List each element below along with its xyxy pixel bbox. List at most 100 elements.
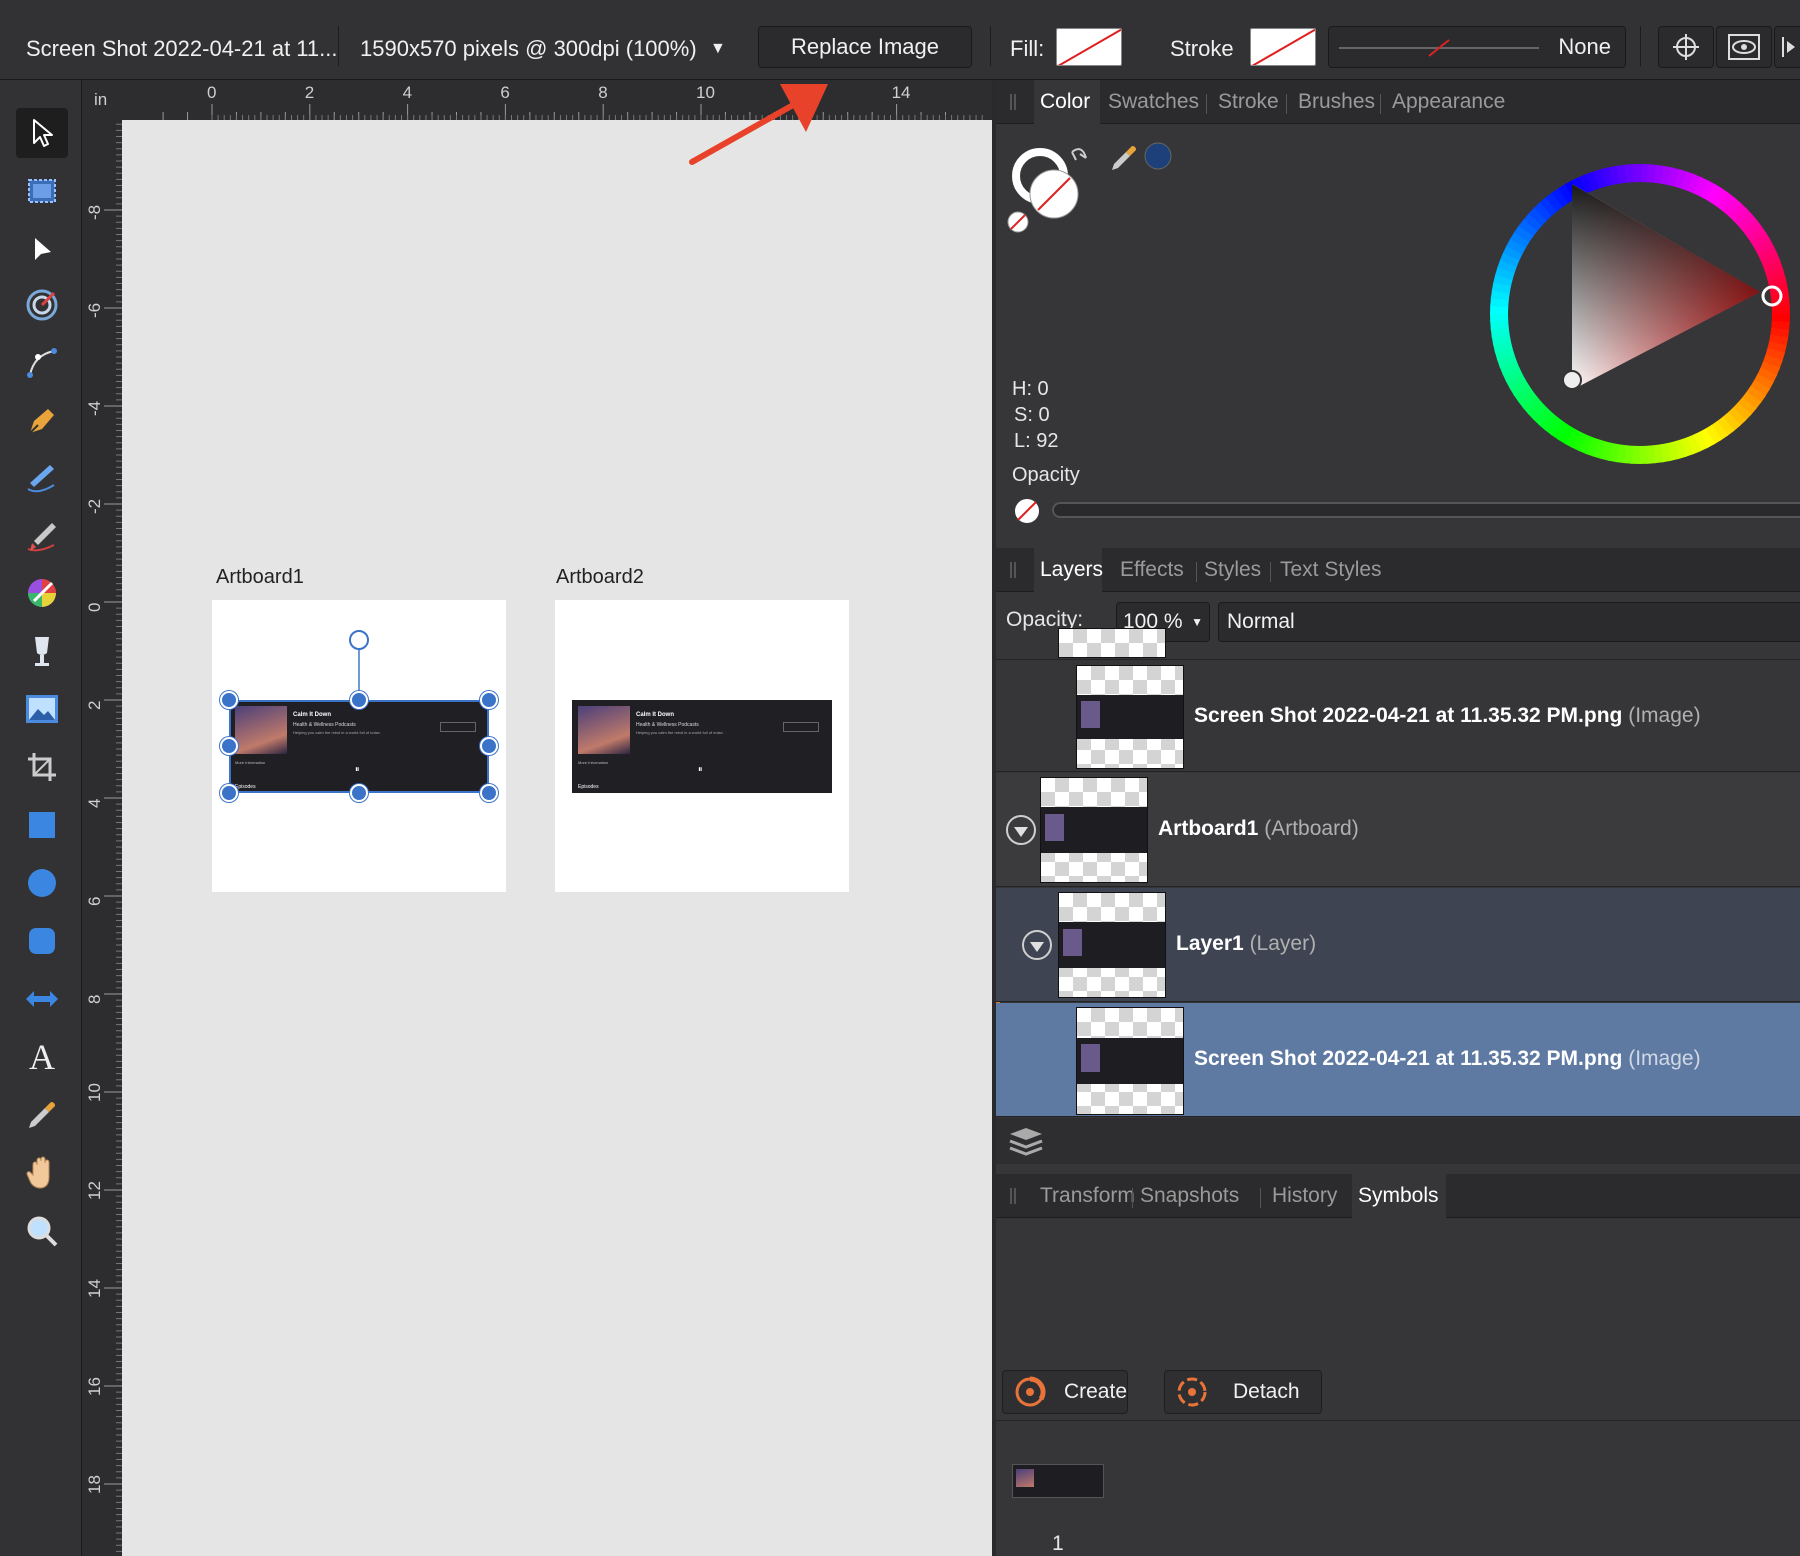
tab-styles[interactable]: Styles [1204, 558, 1261, 582]
tab-color[interactable]: Color [1040, 90, 1090, 114]
resize-handle-bottom[interactable] [350, 784, 368, 802]
ruler-label: 6 [500, 83, 509, 102]
layer-row-partial[interactable] [996, 628, 1800, 660]
saturation-picker[interactable] [1562, 370, 1582, 390]
ruler-label: 10 [85, 1083, 104, 1102]
blend-mode-dropdown[interactable]: Normal [1218, 602, 1800, 642]
fountain-pen-icon[interactable] [16, 396, 68, 446]
fill-stroke-well[interactable] [1006, 136, 1106, 236]
resize-handle-top[interactable] [350, 691, 368, 709]
placed-screenshot-image[interactable]: Calm It Down Health & Wellness Podcasts … [572, 700, 832, 793]
color-wheel[interactable] [1480, 154, 1800, 474]
rounded-rectangle-icon[interactable] [16, 916, 68, 966]
ellipse-tool-icon[interactable] [16, 858, 68, 908]
rectangle-tool-icon[interactable] [16, 800, 68, 850]
layer-row-artboard1[interactable]: Artboard1 (Artboard) [996, 773, 1800, 887]
pencil-tool-icon[interactable] [16, 454, 68, 504]
more-options-icon[interactable] [1774, 26, 1800, 68]
tab-brushes[interactable]: Brushes [1298, 90, 1375, 114]
tab-history[interactable]: History [1272, 1184, 1337, 1208]
hand-tool-icon[interactable] [16, 1148, 68, 1198]
mini-more-info: More Information [578, 760, 609, 765]
arrow-shape-icon[interactable] [16, 974, 68, 1024]
selection-box [229, 700, 489, 793]
ruler-label: -6 [85, 303, 104, 318]
stroke-swatch[interactable] [1250, 28, 1316, 66]
replace-image-button[interactable]: Replace Image [758, 26, 972, 68]
hue-ring-segment [1771, 306, 1790, 316]
resize-handle-top-right[interactable] [480, 691, 498, 709]
eyedropper-icon[interactable] [1108, 136, 1178, 176]
opacity-slider[interactable] [1052, 502, 1800, 518]
layer-name: Screen Shot 2022-04-21 at 11.35.32 PM.pn… [1194, 1047, 1701, 1070]
tab-symbols[interactable]: Symbols [1358, 1184, 1439, 1208]
pen-tool-icon[interactable] [16, 338, 68, 388]
ruler-label: 16 [85, 1377, 104, 1396]
view-mode-eye-icon[interactable] [1716, 26, 1772, 68]
layer-thumbnail [1058, 892, 1166, 998]
resize-handle-right[interactable] [480, 737, 498, 755]
create-symbol-button[interactable]: Create [1002, 1370, 1128, 1414]
symbols-panel-tabs: Transform Snapshots History Symbols [996, 1174, 1800, 1218]
tools-panel: A [0, 80, 82, 1556]
chevron-down-icon[interactable]: ▼ [710, 40, 726, 58]
canvas-area[interactable]: in 02468101214 -8-6-4-2024681012141618 A… [82, 80, 992, 1556]
panel-grip-icon[interactable] [1010, 1188, 1016, 1204]
paint-brush-icon[interactable] [16, 512, 68, 562]
artboard1[interactable]: Calm It Down Health & Wellness Podcasts … [212, 600, 506, 892]
corner-tool-icon[interactable] [16, 280, 68, 330]
resize-handle-bottom-right[interactable] [480, 784, 498, 802]
layer-row-image-1[interactable]: Screen Shot 2022-04-21 at 11.35.32 PM.pn… [996, 660, 1800, 772]
text-tool-icon[interactable]: A [16, 1032, 68, 1082]
disclosure-triangle-icon[interactable] [1006, 815, 1036, 845]
artboard2[interactable]: Calm It Down Health & Wellness Podcasts … [555, 600, 849, 892]
tab-swatches[interactable]: Swatches [1108, 90, 1199, 114]
tab-appearance[interactable]: Appearance [1392, 90, 1505, 114]
color-panel-tabs: Color Swatches Stroke Brushes Appearance [996, 80, 1800, 124]
tab-transform[interactable]: Transform [1040, 1184, 1135, 1208]
artboard-tool-icon[interactable] [16, 166, 68, 216]
layer-thumbnail [1076, 1007, 1184, 1115]
snapping-crosshair-icon[interactable] [1658, 26, 1714, 68]
layer-row-image-2-selected[interactable]: Screen Shot 2022-04-21 at 11.35.32 PM.pn… [996, 1003, 1800, 1117]
resize-handle-top-left[interactable] [220, 691, 238, 709]
stroke-style-dropdown[interactable]: None [1328, 26, 1626, 68]
disclosure-triangle-icon[interactable] [1022, 930, 1052, 960]
panel-grip-icon[interactable] [1010, 562, 1016, 578]
resize-handle-left[interactable] [220, 737, 238, 755]
move-tool-icon[interactable] [16, 108, 68, 158]
panel-grip-icon[interactable] [1010, 94, 1016, 110]
tab-effects[interactable]: Effects [1120, 558, 1184, 582]
divider [1260, 1188, 1261, 1208]
opacity-label: Opacity [1012, 464, 1080, 486]
layer-name: Layer1 (Layer) [1176, 932, 1317, 955]
image-info-dropdown[interactable]: 1590x570 pixels @ 300dpi (100%) [360, 36, 697, 62]
resize-handle-bottom-left[interactable] [220, 784, 238, 802]
layer-row-layer1[interactable]: Layer1 (Layer) [996, 888, 1800, 1002]
node-tool-icon[interactable] [16, 224, 68, 274]
layers-stack-icon[interactable] [1006, 1124, 1046, 1158]
pasteboard[interactable]: Artboard1 Artboard2 Calm It Down Health … [122, 120, 992, 1556]
ruler-label: 2 [305, 83, 314, 102]
annotation-arrow-icon [689, 84, 828, 165]
tab-stroke[interactable]: Stroke [1218, 90, 1279, 114]
stroke-label: Stroke [1170, 36, 1234, 61]
artboard2-label[interactable]: Artboard2 [556, 566, 644, 589]
tab-text-styles[interactable]: Text Styles [1280, 558, 1382, 582]
symbol-thumbnail[interactable] [1012, 1464, 1104, 1498]
divider [1380, 94, 1381, 114]
place-image-icon[interactable] [16, 684, 68, 734]
color-picker-wheel-icon[interactable] [16, 568, 68, 618]
tab-layers[interactable]: Layers [1040, 558, 1103, 582]
artboard1-label[interactable]: Artboard1 [216, 566, 304, 589]
zoom-tool-icon[interactable] [16, 1206, 68, 1256]
crop-tool-icon[interactable] [16, 742, 68, 792]
rotation-handle[interactable] [349, 630, 369, 650]
tab-snapshots[interactable]: Snapshots [1140, 1184, 1239, 1208]
eyedropper-tool-icon[interactable] [16, 1090, 68, 1140]
fill-swatch[interactable] [1056, 28, 1122, 66]
transparency-tool-icon[interactable] [16, 626, 68, 676]
stroke-preview-icon [1339, 39, 1539, 57]
detach-symbol-button[interactable]: Detach [1164, 1370, 1322, 1414]
no-opacity-icon[interactable] [1012, 496, 1042, 526]
